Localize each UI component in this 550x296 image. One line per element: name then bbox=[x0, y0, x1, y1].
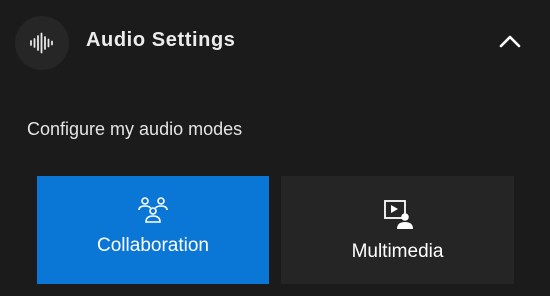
chevron-up-icon[interactable] bbox=[491, 26, 529, 56]
media-person-icon bbox=[381, 197, 415, 231]
section-subtitle: Configure my audio modes bbox=[27, 119, 243, 139]
mode-label-collaboration: Collaboration bbox=[97, 235, 209, 256]
waveform-icon bbox=[15, 16, 69, 70]
header-title: Audio Settings bbox=[86, 29, 236, 51]
people-group-icon bbox=[136, 193, 170, 227]
audio-settings-panel: Audio Settings Configure my audio modes … bbox=[0, 0, 550, 296]
audio-settings-header[interactable]: Audio Settings bbox=[0, 0, 550, 86]
mode-card-multimedia[interactable]: Multimedia bbox=[281, 176, 514, 284]
mode-card-collaboration[interactable]: Collaboration bbox=[37, 176, 269, 284]
mode-label-multimedia: Multimedia bbox=[351, 241, 444, 262]
